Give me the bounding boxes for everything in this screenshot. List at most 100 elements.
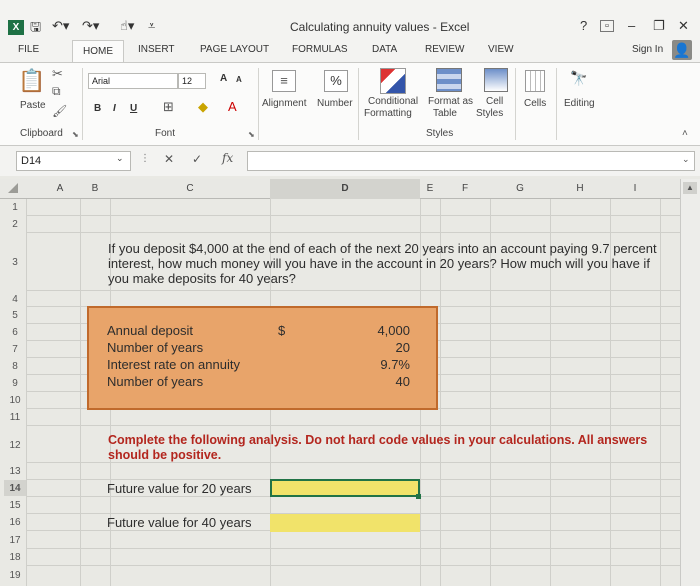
input-value[interactable]: 40 — [350, 374, 410, 389]
column-header-g[interactable]: G — [490, 183, 550, 194]
conditional-formatting-label-2[interactable]: Formatting — [364, 108, 412, 119]
cells-button[interactable]: Cells — [524, 98, 546, 109]
customize-toolbar-icon[interactable]: ⩡ — [148, 18, 155, 34]
row-header[interactable]: 13 — [4, 466, 26, 477]
row-header[interactable]: 16 — [4, 517, 26, 528]
shrink-font-button[interactable]: A — [236, 75, 242, 84]
fill-handle[interactable] — [416, 494, 421, 499]
collapse-ribbon-icon[interactable]: ˄ — [682, 128, 688, 139]
number-button[interactable]: Number — [317, 98, 353, 109]
tab-file[interactable]: FILE — [18, 44, 39, 55]
column-header-a[interactable]: A — [40, 183, 80, 194]
tab-view[interactable]: VIEW — [488, 44, 514, 55]
underline-button[interactable]: U — [130, 103, 137, 114]
ribbon-display-options-icon[interactable]: ▫ — [600, 20, 614, 32]
font-name-box[interactable]: Arial — [88, 73, 178, 89]
font-launcher-icon[interactable]: ⬊ — [248, 130, 255, 139]
row-header[interactable]: 11 — [4, 412, 26, 423]
row-header[interactable]: 4 — [4, 294, 26, 305]
name-box[interactable]: D14 — [16, 151, 131, 171]
row-header[interactable]: 2 — [4, 219, 26, 230]
format-as-table-icon[interactable] — [436, 68, 462, 92]
conditional-formatting-label-1[interactable]: Conditional — [368, 96, 418, 107]
column-header-f[interactable]: F — [440, 183, 490, 194]
touch-mode-icon[interactable]: ☝▾ — [120, 18, 134, 34]
alignment-icon[interactable]: ≡ — [272, 70, 296, 92]
format-as-table-label-2[interactable]: Table — [433, 108, 457, 119]
conditional-formatting-icon[interactable] — [380, 68, 406, 94]
enter-edit-button[interactable]: ✓ — [192, 152, 202, 166]
row-header[interactable]: 8 — [4, 361, 26, 372]
fv-20-cell[interactable] — [270, 479, 420, 497]
row-header[interactable]: 18 — [4, 552, 26, 563]
format-as-table-label-1[interactable]: Format as — [428, 96, 473, 107]
column-header-i[interactable]: I — [610, 183, 660, 194]
cut-icon[interactable]: ✂ — [52, 66, 63, 82]
paste-icon[interactable]: 📋 — [18, 68, 45, 94]
paste-button-label[interactable]: Paste — [20, 100, 46, 111]
row-header-selected[interactable]: 14 — [4, 483, 26, 494]
alignment-button[interactable]: Alignment — [262, 98, 306, 109]
tab-insert[interactable]: INSERT — [138, 44, 175, 55]
row-header[interactable]: 1 — [4, 202, 26, 213]
row-header[interactable]: 10 — [4, 395, 26, 406]
minimize-button[interactable]: – — [628, 18, 635, 33]
row-header[interactable]: 17 — [4, 535, 26, 546]
cell-styles-icon[interactable] — [484, 68, 508, 92]
bold-button[interactable]: B — [94, 103, 101, 114]
clipboard-launcher-icon[interactable]: ⬊ — [72, 130, 79, 139]
close-button[interactable]: ✕ — [678, 18, 689, 34]
fill-color-icon[interactable]: ◆ — [198, 99, 208, 115]
column-header-b[interactable]: B — [80, 183, 110, 194]
cell-styles-label-2[interactable]: Styles — [476, 108, 503, 119]
font-color-icon[interactable]: A — [228, 99, 237, 114]
user-avatar-icon[interactable]: 👤 — [672, 40, 692, 60]
scroll-up-icon[interactable]: ▲ — [683, 182, 697, 194]
fv-40-cell[interactable] — [270, 514, 420, 532]
tab-page-layout[interactable]: PAGE LAYOUT — [200, 44, 269, 55]
column-header-d[interactable]: D — [270, 183, 420, 194]
vertical-scrollbar[interactable] — [680, 179, 700, 586]
input-value[interactable]: 20 — [350, 340, 410, 355]
column-header-h[interactable]: H — [550, 183, 610, 194]
row-header[interactable]: 9 — [4, 378, 26, 389]
row-header[interactable]: 7 — [4, 344, 26, 355]
italic-button[interactable]: I — [113, 103, 116, 114]
column-header-c[interactable]: C — [110, 183, 270, 194]
row-header[interactable]: 12 — [4, 440, 26, 451]
tab-home[interactable]: HOME — [72, 40, 124, 63]
cell-styles-label-1[interactable]: Cell — [486, 96, 503, 107]
redo-icon[interactable]: ↷▾ — [82, 18, 99, 34]
format-painter-icon[interactable]: 🖌 — [52, 104, 67, 118]
find-binoculars-icon[interactable]: 🔭 — [570, 70, 587, 87]
help-button[interactable]: ? — [580, 18, 587, 33]
editing-button[interactable]: Editing — [564, 98, 595, 109]
tab-formulas[interactable]: FORMULAS — [292, 44, 348, 55]
row-header[interactable]: 19 — [4, 570, 26, 581]
undo-icon[interactable]: ↶▾ — [52, 18, 69, 34]
input-value[interactable]: 4,000 — [350, 323, 410, 338]
tab-data[interactable]: DATA — [372, 44, 397, 55]
grow-font-button[interactable]: A — [220, 73, 227, 84]
save-icon[interactable]: 🖫 — [30, 18, 41, 40]
insert-function-button[interactable]: fx — [222, 151, 233, 165]
input-value[interactable]: 9.7% — [350, 357, 410, 372]
sign-in-link[interactable]: Sign In — [632, 44, 663, 55]
font-size-box[interactable]: 12 — [178, 73, 206, 89]
select-all-icon[interactable] — [8, 183, 18, 193]
percent-icon[interactable]: % — [324, 70, 348, 92]
expand-formula-bar-icon[interactable]: ⌄ — [682, 154, 690, 165]
copy-icon[interactable]: ⧉ — [52, 84, 61, 99]
tab-review[interactable]: REVIEW — [425, 44, 464, 55]
restore-button[interactable]: ❐ — [653, 18, 665, 34]
row-header[interactable]: 6 — [4, 327, 26, 338]
borders-icon[interactable]: ⊞ — [163, 99, 174, 115]
row-header[interactable]: 5 — [4, 310, 26, 321]
cancel-edit-button[interactable]: ✕ — [164, 152, 174, 166]
name-box-dropdown-icon[interactable]: ⌄ — [116, 153, 124, 164]
row-header[interactable]: 15 — [4, 500, 26, 511]
row-header[interactable]: 3 — [4, 257, 26, 268]
formula-input[interactable] — [247, 151, 695, 171]
column-header-e[interactable]: E — [420, 183, 440, 194]
cells-icon[interactable] — [525, 70, 545, 92]
